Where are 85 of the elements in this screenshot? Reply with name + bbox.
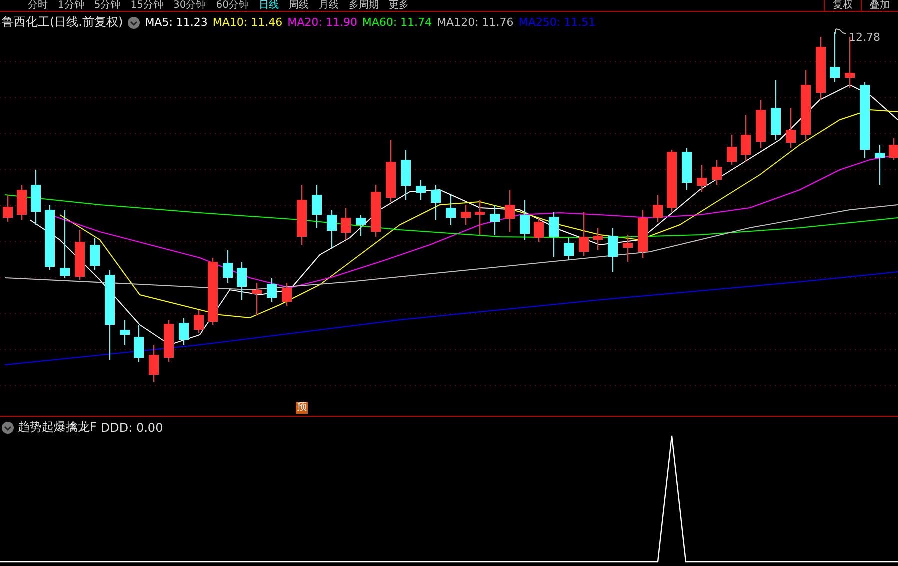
candlestick <box>45 204 55 270</box>
candlestick <box>356 214 366 236</box>
candlestick <box>282 282 292 306</box>
candlestick <box>446 194 456 226</box>
candlestick <box>475 200 485 236</box>
candlestick <box>17 184 27 220</box>
period-tab[interactable]: 1分钟 <box>58 0 84 11</box>
candlestick <box>252 282 262 316</box>
candlestick <box>801 70 811 140</box>
candlestick <box>75 230 85 280</box>
moving-average-reading: MA120: 11.76 <box>437 16 514 29</box>
candlestick <box>875 144 885 186</box>
candlestick <box>579 212 589 256</box>
stock-title: 鲁西化工(日线.前复权) <box>2 14 124 31</box>
candlestick <box>653 194 663 222</box>
candlestick <box>267 278 277 302</box>
candlestick <box>416 180 426 200</box>
candlestick <box>697 164 707 192</box>
candlestick <box>90 238 100 270</box>
candlestick <box>341 208 351 240</box>
period-tab[interactable]: 30分钟 <box>173 0 206 11</box>
candlestick <box>608 228 618 272</box>
high-price-label: 12.78 <box>849 31 880 44</box>
forecast-marker: 预 <box>296 402 308 414</box>
candlestick <box>386 140 396 202</box>
period-tab[interactable]: 60分钟 <box>216 0 249 11</box>
candlestick <box>505 190 515 232</box>
candlestick <box>431 184 441 220</box>
period-tab[interactable]: 多周期 <box>348 0 379 11</box>
toolbar-button[interactable]: 叠加 <box>861 0 898 11</box>
candlestick <box>786 108 796 148</box>
indicator-title: 趋势起爆擒龙F <box>18 419 97 436</box>
indicator-reading: DDD: 0.00 <box>100 420 164 434</box>
candlestick <box>237 262 247 300</box>
candlestick <box>593 228 603 250</box>
candlestick <box>401 150 411 200</box>
moving-average-reading: MA250: 11.51 <box>518 16 596 29</box>
dropdown-icon[interactable] <box>2 422 14 434</box>
candlestick <box>816 36 826 100</box>
period-tab[interactable]: 15分钟 <box>130 0 164 11</box>
candlestick <box>164 320 174 362</box>
candlestick <box>461 204 471 226</box>
moving-average-reading: MA60: 11.74 <box>362 16 432 29</box>
flag-icon <box>836 28 846 34</box>
period-tab[interactable]: 周线 <box>288 0 309 11</box>
candlestick <box>682 148 692 190</box>
candlestick <box>830 32 840 82</box>
candlestick <box>638 210 648 258</box>
candlestick <box>327 210 337 248</box>
candlestick <box>120 320 130 346</box>
candlestick <box>756 100 766 148</box>
candlestick <box>194 310 204 334</box>
candlestick <box>297 184 307 246</box>
candlestick <box>60 210 70 278</box>
moving-average-reading: MA5: 11.23 <box>145 16 208 29</box>
candlestick <box>149 344 159 382</box>
toolbar-button[interactable]: 复权 <box>824 0 861 11</box>
candlestick <box>31 170 41 226</box>
candlestick <box>549 212 559 258</box>
candlestick <box>741 114 751 162</box>
candlestick <box>727 134 737 166</box>
candlestick <box>889 138 898 160</box>
candlestick <box>771 80 781 140</box>
candlestick <box>623 234 633 262</box>
period-tab[interactable]: 更多 <box>388 0 409 11</box>
candlestick <box>712 160 722 186</box>
candlestick <box>520 200 530 240</box>
period-tab[interactable]: 日线 <box>258 0 279 11</box>
dropdown-icon[interactable] <box>128 16 140 28</box>
candlestick <box>534 218 544 242</box>
period-tab[interactable]: 5分钟 <box>94 0 121 11</box>
candlestick <box>564 238 574 260</box>
candlestick <box>208 258 218 326</box>
period-tab[interactable]: 分时 <box>28 0 48 11</box>
candlestick <box>223 250 233 284</box>
period-tab[interactable]: 月线 <box>318 0 339 11</box>
candlestick <box>667 150 677 212</box>
moving-average-reading: MA20: 11.90 <box>288 16 358 29</box>
candlestick <box>3 194 13 222</box>
candlestick <box>490 204 500 236</box>
candlestick <box>371 184 381 238</box>
candlestick <box>134 324 144 362</box>
candlestick <box>179 318 189 346</box>
moving-average-reading: MA10: 11.46 <box>212 16 283 29</box>
candlestick <box>312 184 322 228</box>
